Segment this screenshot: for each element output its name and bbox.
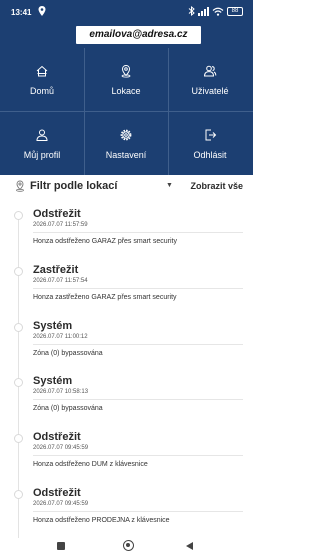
battery-icon: 88 — [227, 6, 243, 16]
menu-item-label: Domů — [29, 86, 54, 96]
menu-item-label: Můj profil — [23, 150, 61, 160]
back-icon[interactable] — [186, 542, 193, 550]
event-title: Systém — [33, 320, 73, 332]
event-description: Honza odstřeženo GARAZ přes smart securi… — [33, 238, 177, 245]
timeline-dot — [14, 323, 23, 332]
menu-item-users[interactable]: Uživatelé — [168, 48, 253, 111]
divider — [33, 455, 243, 456]
filter-title[interactable]: Filtr podle lokací — [30, 180, 117, 192]
timeline-dot — [14, 267, 23, 276]
event-title: Odstřežit — [33, 208, 81, 220]
event-time: 2026.07.07 10:58:13 — [33, 389, 89, 395]
menu-item-settings[interactable]: Nastavení — [84, 112, 168, 175]
timeline-dot — [14, 434, 23, 443]
timeline-dot — [14, 490, 23, 499]
location-filter-icon — [16, 180, 24, 192]
event-time: 2026.07.07 11:00:12 — [33, 334, 88, 340]
event-description: Honza odstřeženo DUM z klávesnice — [33, 461, 148, 468]
logout-icon — [205, 129, 217, 141]
timeline-dot — [14, 211, 23, 220]
event-description: Honza zastřeženo GARAZ přes smart securi… — [33, 294, 177, 301]
divider — [33, 344, 243, 345]
status-bar: 13:41 88 — [0, 0, 253, 24]
system-navigation-bar — [0, 538, 253, 555]
event-time: 2026.07.07 11:57:59 — [33, 222, 88, 228]
status-time: 13:41 — [11, 8, 32, 17]
divider — [33, 399, 243, 400]
menu-item-label: Odhlásit — [193, 150, 227, 160]
users-icon — [203, 65, 217, 77]
location-icon — [121, 64, 131, 78]
event-time: 2026.07.07 09:45:59 — [33, 445, 89, 451]
bluetooth-icon — [188, 6, 195, 16]
chevron-down-icon[interactable]: ▼ — [166, 182, 173, 189]
event-description: Honza odstřeženo PRODEJNA z klávesnice — [33, 517, 170, 524]
location-filter: Filtr podle lokací ▼ Zobrazit vše — [0, 176, 253, 198]
timeline-dot — [14, 378, 23, 387]
settings-icon — [120, 129, 132, 141]
divider — [33, 511, 243, 512]
wifi-icon — [212, 7, 224, 16]
event-title: Odstřežit — [33, 487, 81, 499]
main-menu: Domů Lokace Uživatelé Můj profil Nastave… — [0, 48, 253, 175]
event-time: 2026.07.07 11:57:54 — [33, 278, 88, 284]
event-time: 2026.07.07 09:45:59 — [33, 501, 89, 507]
menu-item-home[interactable]: Domů — [0, 48, 84, 111]
profile-icon — [36, 129, 48, 141]
event-title: Systém — [33, 375, 73, 387]
menu-item-locations[interactable]: Lokace — [84, 48, 168, 111]
menu-item-profile[interactable]: Můj profil — [0, 112, 84, 175]
menu-item-label: Uživatelé — [191, 86, 229, 96]
show-all-button[interactable]: Zobrazit vše — [190, 181, 243, 191]
menu-item-label: Nastavení — [105, 150, 147, 160]
menu-item-label: Lokace — [111, 86, 141, 96]
location-status-icon — [38, 6, 46, 16]
signal-icon — [198, 6, 209, 16]
account-email: emailova@adresa.cz — [76, 26, 201, 44]
event-title: Zastřežit — [33, 264, 79, 276]
divider — [33, 288, 243, 289]
app-header: 13:41 88 emailova@adresa.cz Domů Lokace … — [0, 0, 253, 175]
event-description: Zóna (0) bypassována — [33, 350, 103, 357]
event-title: Odstřežit — [33, 431, 81, 443]
divider — [33, 232, 243, 233]
recent-apps-icon[interactable] — [57, 542, 65, 550]
menu-item-logout[interactable]: Odhlásit — [168, 112, 253, 175]
event-description: Zóna (0) bypassována — [33, 405, 103, 412]
home-icon — [36, 65, 48, 77]
home-button-icon[interactable] — [123, 540, 134, 551]
status-icons: 88 — [188, 6, 243, 16]
